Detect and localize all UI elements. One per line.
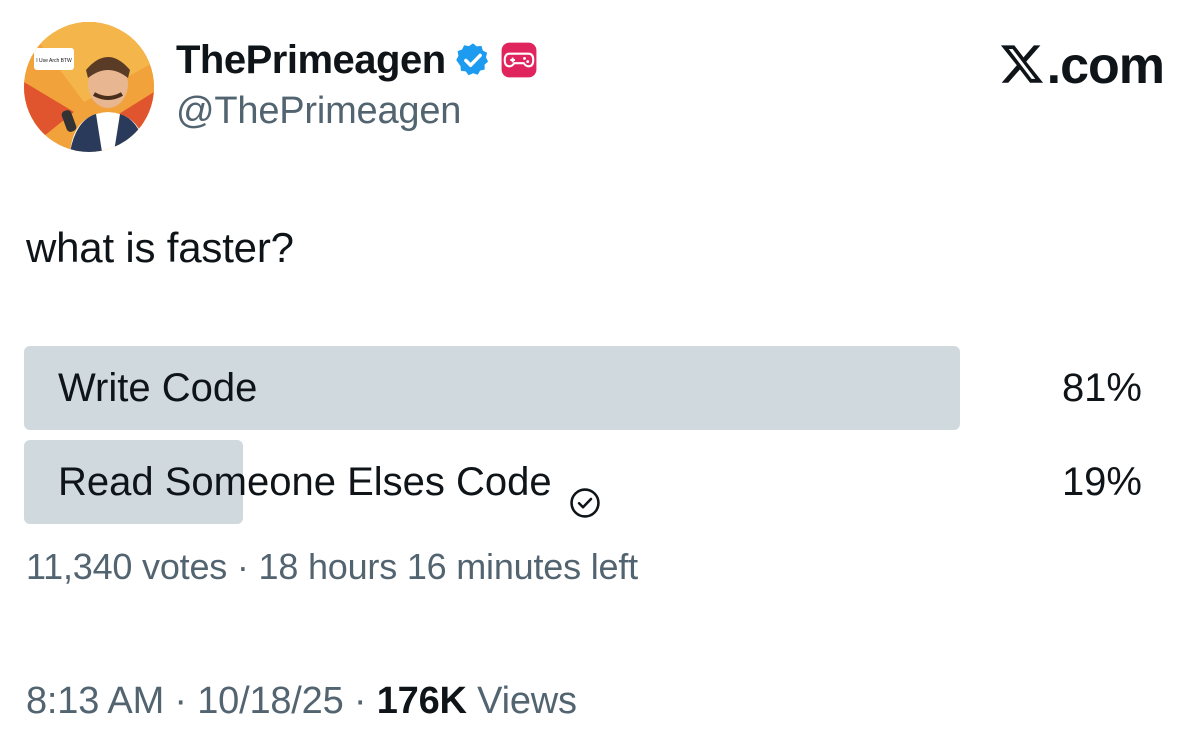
game-controller-icon[interactable] [500,41,538,79]
separator-dot: · [353,680,367,722]
tweet-time[interactable]: 8:13 AM [26,680,164,722]
avatar-image: I Use Arch BTW [24,22,154,152]
avatar[interactable]: I Use Arch BTW [24,22,154,152]
poll-option-read-code[interactable]: Read Someone Elses Code 19% [24,440,1144,524]
separator-dot: · [174,680,187,722]
brand-domain: .com [1046,37,1165,95]
poll: Write Code 81% Read Someone Elses Code 1… [24,346,1144,534]
poll-time-left: 18 hours 16 minutes left [258,546,639,587]
x-logo-icon [999,40,1045,86]
separator-dot: · [236,546,249,587]
poll-option-write-code[interactable]: Write Code 81% [24,346,1144,430]
poll-option-text: Write Code [58,366,258,410]
tweet-text: what is faster? [26,224,294,271]
verified-badge-icon[interactable] [454,41,492,79]
check-circle-icon [568,465,602,518]
poll-option-percent: 81% [1061,366,1142,410]
views-label: Views [477,680,577,722]
poll-option-text: Read Someone Elses Code [58,460,552,504]
x-brand[interactable]: .com [999,36,1165,96]
poll-meta: 11,340 votes · 18 hours 16 minutes left [26,546,638,588]
poll-option-percent: 19% [1061,460,1142,504]
tweet-footer: 8:13 AM · 10/18/25 · 176K Views [26,680,577,723]
avatar-sign-text: I Use Arch BTW [36,58,72,64]
poll-option-label: Write Code [58,346,257,430]
views-count[interactable]: 176K [377,680,467,722]
display-name-row: ThePrimeagen [176,36,538,84]
tweet-date[interactable]: 10/18/25 [197,680,344,722]
poll-option-label: Read Someone Elses Code [58,440,602,524]
poll-vote-count: 11,340 votes [26,546,228,587]
tweet-header: I Use Arch BTW ThePrimeagen @ThePrimeage… [24,22,1165,154]
display-name[interactable]: ThePrimeagen [176,38,446,83]
user-info: ThePrimeagen @ThePrimeagen [176,36,538,133]
user-handle[interactable]: @ThePrimeagen [176,90,538,133]
